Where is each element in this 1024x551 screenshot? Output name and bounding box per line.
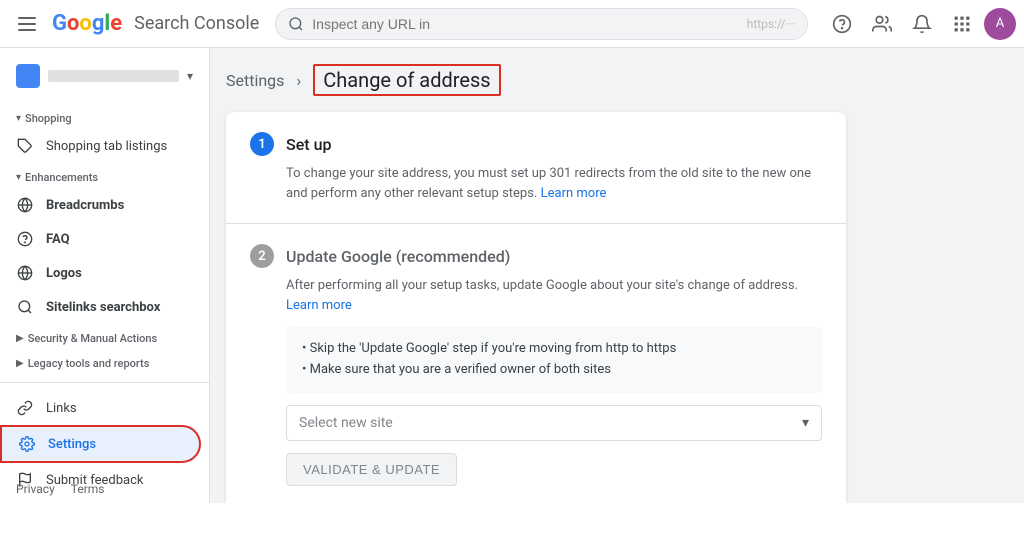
security-chevron-icon: ▶	[16, 333, 24, 344]
legacy-section[interactable]: ▶ Legacy tools and reports	[0, 349, 209, 374]
enhancements-section[interactable]: ▾ Enhancements	[0, 163, 209, 188]
topbar: Google Search Console https://···	[0, 0, 1024, 48]
avatar[interactable]: A	[984, 8, 1016, 40]
tips-box: Skip the 'Update Google' step if you're …	[286, 327, 822, 393]
step1-learn-more[interactable]: Learn more	[541, 186, 607, 201]
legacy-chevron-icon: ▶	[16, 358, 24, 369]
legacy-label: Legacy tools and reports	[28, 357, 150, 370]
link-icon	[16, 399, 34, 417]
sidebar-item-sitelinks[interactable]: Sitelinks searchbox	[0, 290, 201, 324]
step2-number: 2	[250, 244, 274, 268]
shopping-section[interactable]: ▾ Shopping	[0, 104, 209, 129]
step1-header: 1 Set up	[250, 132, 822, 156]
breadcrumbs-label: Breadcrumbs	[46, 198, 124, 213]
accounts-button[interactable]	[864, 6, 900, 42]
search-input[interactable]	[312, 16, 738, 32]
tag-icon	[16, 137, 34, 155]
help-icon	[832, 14, 852, 34]
breadcrumb-separator: ›	[296, 71, 301, 90]
faq-icon	[16, 230, 34, 248]
shopping-chevron-icon: ▾	[16, 113, 21, 124]
change-of-address-card: 1 Set up To change your site address, yo…	[226, 112, 846, 503]
new-site-select[interactable]: Select new site ▾	[286, 405, 822, 441]
sitelinks-icon	[16, 298, 34, 316]
sidebar-item-faq[interactable]: FAQ	[0, 222, 201, 256]
bell-icon	[912, 14, 932, 34]
tip-item-1: Skip the 'Update Google' step if you're …	[302, 339, 806, 360]
security-label: Security & Manual Actions	[28, 332, 157, 345]
sidebar: ▾ ▾ Shopping Shopping tab listings ▾ Enh…	[0, 48, 210, 503]
property-selector[interactable]: ▾	[0, 56, 209, 96]
main-layout: ▾ ▾ Shopping Shopping tab listings ▾ Enh…	[0, 48, 1024, 503]
enhancements-label: Enhancements	[25, 171, 98, 184]
step2-header: 2 Update Google (recommended)	[250, 244, 822, 268]
sidebar-item-logos[interactable]: Logos	[0, 256, 201, 290]
step1-description: To change your site address, you must se…	[286, 164, 822, 203]
hamburger-icon	[14, 12, 38, 36]
notifications-button[interactable]	[904, 6, 940, 42]
logos-label: Logos	[46, 266, 82, 281]
property-dropdown-icon: ▾	[187, 69, 193, 83]
select-chevron-icon: ▾	[802, 415, 809, 431]
app-name: Search Console	[134, 13, 259, 34]
sidebar-item-shopping-tab[interactable]: Shopping tab listings	[0, 129, 201, 163]
help-button[interactable]	[824, 6, 860, 42]
property-icon	[16, 64, 40, 88]
sidebar-item-breadcrumbs[interactable]: Breadcrumbs	[0, 188, 201, 222]
step1-number: 1	[250, 132, 274, 156]
topbar-left: Google Search Console	[8, 6, 259, 42]
hamburger-menu[interactable]	[8, 6, 44, 42]
step2-section: 2 Update Google (recommended) After perf…	[226, 224, 846, 503]
page-title: Change of address	[313, 64, 500, 96]
step2-learn-more[interactable]: Learn more	[286, 298, 352, 313]
step1-title: Set up	[286, 135, 331, 154]
footer: Privacy Terms	[0, 475, 1024, 503]
shopping-label: Shopping	[25, 112, 72, 125]
faq-label: FAQ	[46, 232, 70, 247]
apps-button[interactable]	[944, 6, 980, 42]
nav-divider	[0, 382, 209, 383]
privacy-link[interactable]: Privacy	[16, 482, 55, 496]
security-section[interactable]: ▶ Security & Manual Actions	[0, 324, 209, 349]
logos-icon	[16, 264, 34, 282]
step2-title: Update Google (recommended)	[286, 247, 510, 266]
links-label: Links	[46, 401, 77, 416]
sitelinks-label: Sitelinks searchbox	[46, 300, 160, 315]
breadcrumb-icon	[16, 196, 34, 214]
select-placeholder: Select new site	[299, 415, 393, 431]
google-logo: Google	[52, 11, 122, 36]
terms-link[interactable]: Terms	[71, 482, 105, 496]
step2-description: After performing all your setup tasks, u…	[286, 276, 822, 315]
enhancements-chevron-icon: ▾	[16, 172, 21, 183]
apps-icon	[952, 14, 972, 34]
topbar-right: A	[824, 6, 1016, 42]
breadcrumb-parent[interactable]: Settings	[226, 71, 284, 90]
step1-section: 1 Set up To change your site address, yo…	[226, 112, 846, 224]
sidebar-item-links[interactable]: Links	[0, 391, 201, 425]
property-name	[48, 70, 179, 82]
content-area: Settings › Change of address 1 Set up To…	[210, 48, 1024, 503]
search-bar[interactable]: https://···	[275, 8, 808, 40]
accounts-icon	[872, 14, 892, 34]
search-icon	[288, 16, 304, 32]
tip-item-2: Make sure that you are a verified owner …	[302, 360, 806, 381]
shopping-tab-label: Shopping tab listings	[46, 139, 167, 154]
settings-label: Settings	[48, 437, 96, 452]
gear-icon	[18, 435, 36, 453]
select-row: Select new site ▾	[286, 405, 822, 441]
sidebar-item-settings[interactable]: Settings	[0, 425, 201, 463]
content-header: Settings › Change of address	[226, 64, 1008, 112]
